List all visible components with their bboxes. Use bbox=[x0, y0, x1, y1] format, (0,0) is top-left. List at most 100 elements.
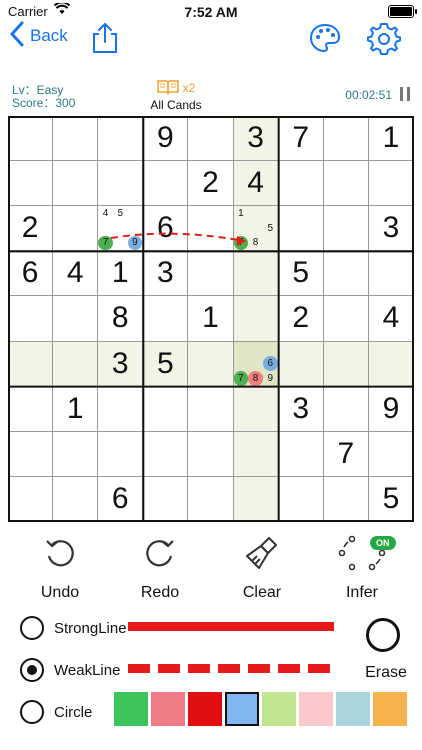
board-cell[interactable] bbox=[278, 476, 324, 522]
board-cell[interactable] bbox=[233, 386, 279, 432]
board-cell[interactable]: 45 79 bbox=[98, 206, 144, 252]
board-cell[interactable] bbox=[323, 116, 369, 162]
board-cell[interactable]: 3 bbox=[368, 206, 414, 252]
board-cell[interactable] bbox=[368, 251, 414, 297]
redo-button[interactable]: Redo bbox=[120, 536, 200, 602]
board-cell[interactable]: 6 bbox=[98, 476, 144, 522]
infer-button[interactable]: ON Infer bbox=[322, 535, 402, 602]
board-cell[interactable] bbox=[53, 476, 99, 522]
board-cell[interactable]: 7 bbox=[323, 431, 369, 477]
board-cell[interactable] bbox=[8, 476, 54, 522]
board-cell[interactable] bbox=[143, 476, 189, 522]
board-cell[interactable] bbox=[53, 296, 99, 342]
board-cell[interactable]: 5 bbox=[368, 476, 414, 522]
board-cell[interactable] bbox=[233, 476, 279, 522]
board-cell[interactable] bbox=[188, 116, 234, 162]
board-cell[interactable]: 4 bbox=[368, 296, 414, 342]
board-cell[interactable] bbox=[8, 116, 54, 162]
board-cell[interactable] bbox=[233, 296, 279, 342]
board-cell[interactable]: 5 bbox=[143, 341, 189, 387]
board-cell[interactable]: 5 bbox=[278, 251, 324, 297]
board-cell[interactable] bbox=[8, 386, 54, 432]
infer-toggle[interactable]: ON bbox=[370, 536, 396, 550]
board-cell[interactable]: 6 bbox=[8, 251, 54, 297]
color-swatch[interactable] bbox=[262, 692, 296, 726]
board-cell[interactable] bbox=[323, 251, 369, 297]
board-cell[interactable] bbox=[98, 431, 144, 477]
color-swatch[interactable] bbox=[188, 692, 222, 726]
board-cell[interactable]: 1 bbox=[98, 251, 144, 297]
board-cell[interactable] bbox=[278, 161, 324, 207]
board-cell[interactable] bbox=[368, 431, 414, 477]
board-cell[interactable] bbox=[53, 206, 99, 252]
board-cell[interactable]: 1 bbox=[368, 116, 414, 162]
board-cell[interactable] bbox=[323, 476, 369, 522]
board-cell[interactable] bbox=[98, 386, 144, 432]
strong-line-radio[interactable] bbox=[20, 616, 44, 640]
board-cell[interactable]: 7 bbox=[278, 116, 324, 162]
back-button[interactable]: Back bbox=[10, 21, 68, 50]
board-cell[interactable] bbox=[368, 341, 414, 387]
circle-radio[interactable] bbox=[20, 700, 44, 724]
board-cell[interactable] bbox=[323, 206, 369, 252]
board-cell[interactable] bbox=[188, 341, 234, 387]
board-cell[interactable] bbox=[233, 251, 279, 297]
board-cell[interactable] bbox=[8, 161, 54, 207]
board-cell[interactable] bbox=[143, 386, 189, 432]
board-cell[interactable]: 4 bbox=[53, 251, 99, 297]
clear-button[interactable]: Clear bbox=[222, 536, 302, 602]
board-cell[interactable] bbox=[188, 476, 234, 522]
board-cell[interactable]: 1 bbox=[53, 386, 99, 432]
erase-button[interactable] bbox=[366, 618, 400, 652]
board-cell[interactable] bbox=[53, 341, 99, 387]
board-cell[interactable] bbox=[8, 341, 54, 387]
board-cell[interactable] bbox=[8, 431, 54, 477]
board-cell[interactable]: 6 bbox=[143, 206, 189, 252]
board-cell[interactable] bbox=[278, 341, 324, 387]
board-cell[interactable]: 4 bbox=[233, 161, 279, 207]
board-cell[interactable]: 9 bbox=[143, 116, 189, 162]
board-cell[interactable] bbox=[53, 161, 99, 207]
pause-button[interactable] bbox=[400, 87, 410, 101]
color-swatch[interactable] bbox=[373, 692, 407, 726]
board-cell[interactable] bbox=[323, 341, 369, 387]
board-cell[interactable]: 2 bbox=[8, 206, 54, 252]
board-cell[interactable]: 1 bbox=[188, 296, 234, 342]
settings-button[interactable] bbox=[366, 20, 402, 61]
board-cell[interactable]: 9 bbox=[368, 386, 414, 432]
color-swatch[interactable] bbox=[299, 692, 333, 726]
board-cell[interactable] bbox=[188, 251, 234, 297]
board-cell[interactable]: 8 bbox=[98, 296, 144, 342]
board-cell[interactable] bbox=[188, 206, 234, 252]
board-cell[interactable] bbox=[188, 386, 234, 432]
board-cell[interactable] bbox=[233, 431, 279, 477]
color-swatch[interactable] bbox=[225, 692, 259, 726]
board-cell[interactable]: 6789 bbox=[233, 341, 279, 387]
board-cell[interactable]: 1578 bbox=[233, 206, 279, 252]
all-cands-button[interactable]: x2 All Cands bbox=[136, 78, 216, 112]
board-cell[interactable] bbox=[53, 116, 99, 162]
color-swatch[interactable] bbox=[114, 692, 148, 726]
sudoku-board[interactable]: 93712424579615783641358124356789139765 bbox=[8, 116, 414, 522]
board-cell[interactable]: 2 bbox=[188, 161, 234, 207]
board-cell[interactable] bbox=[368, 161, 414, 207]
board-cell[interactable] bbox=[143, 161, 189, 207]
color-swatch[interactable] bbox=[336, 692, 370, 726]
board-cell[interactable]: 3 bbox=[98, 341, 144, 387]
board-cell[interactable] bbox=[278, 431, 324, 477]
board-cell[interactable] bbox=[98, 116, 144, 162]
weak-line-radio[interactable] bbox=[20, 658, 44, 682]
board-cell[interactable] bbox=[143, 431, 189, 477]
board-cell[interactable] bbox=[53, 431, 99, 477]
board-cell[interactable] bbox=[278, 206, 324, 252]
board-cell[interactable] bbox=[8, 296, 54, 342]
board-cell[interactable] bbox=[323, 161, 369, 207]
board-cell[interactable] bbox=[323, 296, 369, 342]
board-cell[interactable] bbox=[143, 296, 189, 342]
board-grid[interactable]: 93712424579615783641358124356789139765 bbox=[8, 116, 414, 522]
theme-button[interactable] bbox=[308, 22, 342, 59]
undo-button[interactable]: Undo bbox=[20, 536, 100, 602]
board-cell[interactable]: 3 bbox=[278, 386, 324, 432]
board-cell[interactable]: 3 bbox=[233, 116, 279, 162]
board-cell[interactable]: 2 bbox=[278, 296, 324, 342]
